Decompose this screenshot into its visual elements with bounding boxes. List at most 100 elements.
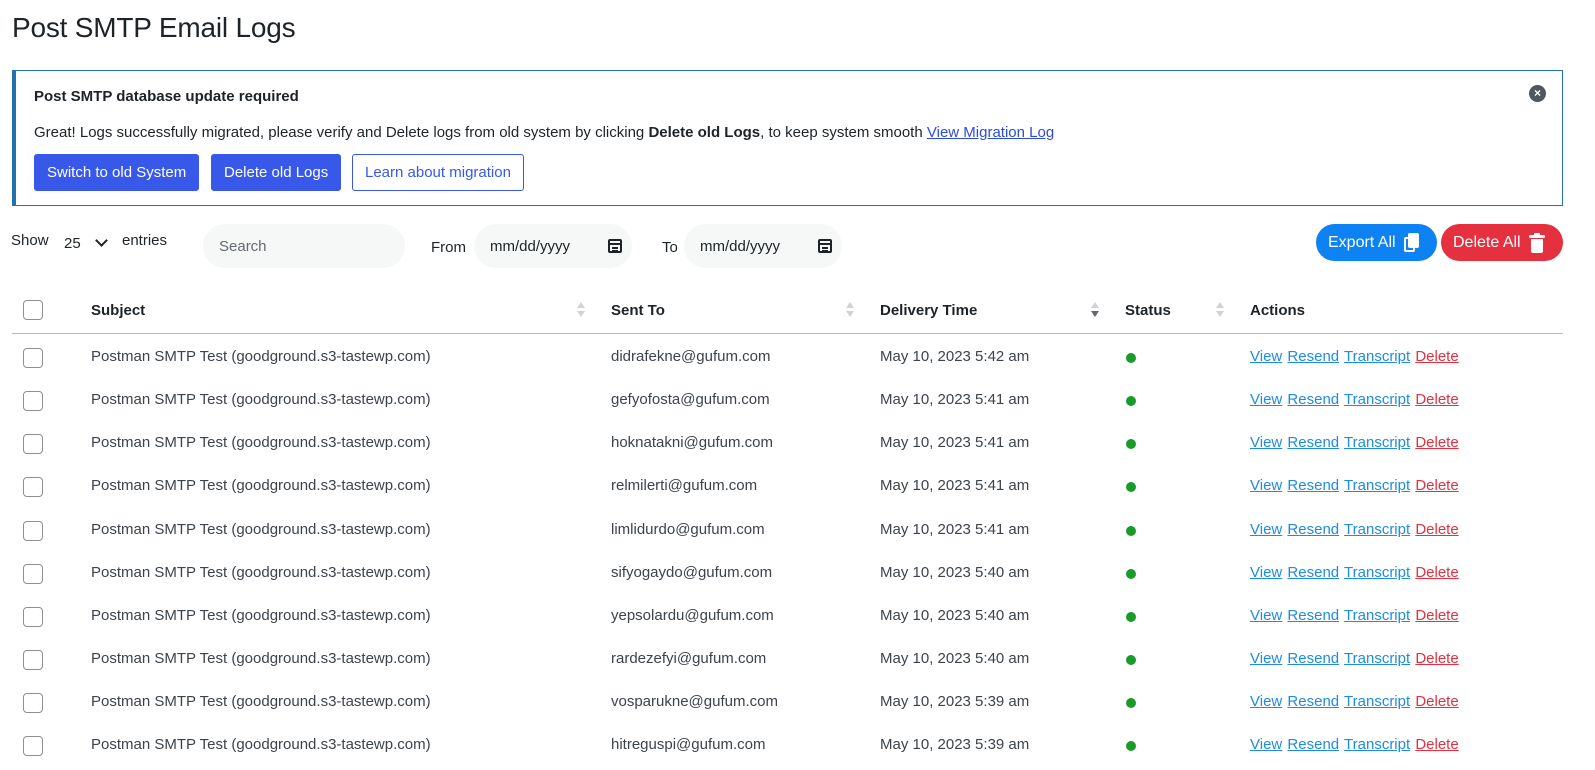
switch-to-old-system-button[interactable]: Switch to old System (34, 154, 200, 191)
resend-link[interactable]: Resend (1287, 693, 1339, 710)
delete-link[interactable]: Delete (1415, 391, 1458, 408)
resend-link[interactable]: Resend (1287, 348, 1339, 365)
select-all-checkbox[interactable] (23, 300, 43, 320)
row-checkbox[interactable] (23, 477, 43, 497)
status-success-icon (1126, 526, 1136, 536)
row-actions: View Resend Transcript Delete (1250, 607, 1460, 624)
row-actions: View Resend Transcript Delete (1250, 477, 1460, 494)
transcript-link[interactable]: Transcript (1344, 607, 1410, 624)
page-title: Post SMTP Email Logs (12, 12, 296, 43)
close-icon[interactable]: × (1529, 85, 1546, 102)
cell-subject: Postman SMTP Test (goodground.s3-tastewp… (91, 477, 431, 494)
cell-subject: Postman SMTP Test (goodground.s3-tastewp… (91, 434, 431, 451)
row-actions: View Resend Transcript Delete (1250, 736, 1460, 753)
row-checkbox[interactable] (23, 693, 43, 713)
column-header-status[interactable]: Status (1125, 302, 1171, 319)
transcript-link[interactable]: Transcript (1344, 434, 1410, 451)
to-date-input[interactable]: mm/dd/yyyy (684, 224, 842, 268)
status-success-icon (1126, 439, 1136, 449)
search-input[interactable]: Search (203, 224, 405, 268)
delete-link[interactable]: Delete (1415, 434, 1458, 451)
delete-link[interactable]: Delete (1415, 348, 1458, 365)
sort-icon[interactable] (1216, 302, 1224, 322)
transcript-link[interactable]: Transcript (1344, 564, 1410, 581)
entries-length-select[interactable]: 25 (58, 228, 116, 258)
table-row: Postman SMTP Test (goodground.s3-tastewp… (12, 421, 1563, 464)
show-label: Show (11, 232, 49, 249)
from-date-input[interactable]: mm/dd/yyyy (474, 224, 632, 268)
transcript-link[interactable]: Transcript (1344, 736, 1410, 753)
transcript-link[interactable]: Transcript (1344, 477, 1410, 494)
from-date-placeholder: mm/dd/yyyy (490, 237, 571, 255)
row-checkbox[interactable] (23, 521, 43, 541)
status-success-icon (1126, 655, 1136, 665)
resend-link[interactable]: Resend (1287, 650, 1339, 667)
row-checkbox[interactable] (23, 564, 43, 584)
table-header: Subject Sent To Delivery Time Status Act… (12, 290, 1563, 334)
cell-subject: Postman SMTP Test (goodground.s3-tastewp… (91, 348, 431, 365)
export-all-button[interactable]: Export All (1316, 224, 1437, 261)
cell-subject: Postman SMTP Test (goodground.s3-tastewp… (91, 736, 431, 753)
view-link[interactable]: View (1250, 650, 1282, 667)
table-row: Postman SMTP Test (goodground.s3-tastewp… (12, 637, 1563, 680)
cell-delivery-time: May 10, 2023 5:40 am (880, 564, 1030, 581)
cell-delivery-time: May 10, 2023 5:41 am (880, 477, 1030, 494)
view-link[interactable]: View (1250, 477, 1282, 494)
resend-link[interactable]: Resend (1287, 607, 1339, 624)
row-checkbox[interactable] (23, 650, 43, 670)
delete-link[interactable]: Delete (1415, 521, 1458, 538)
column-header-sent-to[interactable]: Sent To (611, 302, 665, 319)
table-row: Postman SMTP Test (goodground.s3-tastewp… (12, 594, 1563, 637)
transcript-link[interactable]: Transcript (1344, 348, 1410, 365)
status-success-icon (1126, 698, 1136, 708)
cell-sent-to: yepsolardu@gufum.com (611, 607, 774, 624)
resend-link[interactable]: Resend (1287, 564, 1339, 581)
view-link[interactable]: View (1250, 521, 1282, 538)
delete-link[interactable]: Delete (1415, 564, 1458, 581)
view-link[interactable]: View (1250, 607, 1282, 624)
export-all-label: Export All (1328, 233, 1396, 251)
column-header-delivery-time[interactable]: Delivery Time (880, 302, 977, 319)
resend-link[interactable]: Resend (1287, 434, 1339, 451)
view-link[interactable]: View (1250, 736, 1282, 753)
delete-old-logs-button[interactable]: Delete old Logs (211, 154, 342, 191)
transcript-link[interactable]: Transcript (1344, 391, 1410, 408)
learn-about-migration-button[interactable]: Learn about migration (352, 154, 524, 191)
sort-desc-icon[interactable] (1091, 302, 1099, 322)
resend-link[interactable]: Resend (1287, 477, 1339, 494)
row-checkbox[interactable] (23, 607, 43, 627)
calendar-icon[interactable] (608, 239, 622, 253)
sort-icon[interactable] (577, 302, 585, 322)
delete-link[interactable]: Delete (1415, 477, 1458, 494)
delete-link[interactable]: Delete (1415, 693, 1458, 710)
cell-sent-to: limlidurdo@gufum.com (611, 521, 765, 538)
transcript-link[interactable]: Transcript (1344, 693, 1410, 710)
resend-link[interactable]: Resend (1287, 736, 1339, 753)
calendar-icon[interactable] (818, 239, 832, 253)
transcript-link[interactable]: Transcript (1344, 521, 1410, 538)
migration-notice: Post SMTP database update required × Gre… (12, 70, 1563, 206)
row-checkbox[interactable] (23, 391, 43, 411)
view-link[interactable]: View (1250, 564, 1282, 581)
delete-link[interactable]: Delete (1415, 736, 1458, 753)
resend-link[interactable]: Resend (1287, 521, 1339, 538)
resend-link[interactable]: Resend (1287, 391, 1339, 408)
view-migration-log-link[interactable]: View Migration Log (927, 124, 1054, 141)
row-checkbox[interactable] (23, 348, 43, 368)
delete-all-button[interactable]: Delete All (1441, 224, 1563, 261)
view-link[interactable]: View (1250, 348, 1282, 365)
delete-link[interactable]: Delete (1415, 607, 1458, 624)
from-label: From (431, 239, 466, 256)
cell-sent-to: sifyogaydo@gufum.com (611, 564, 773, 581)
view-link[interactable]: View (1250, 391, 1282, 408)
view-link[interactable]: View (1250, 434, 1282, 451)
column-header-subject[interactable]: Subject (91, 302, 145, 319)
view-link[interactable]: View (1250, 693, 1282, 710)
row-checkbox[interactable] (23, 736, 43, 756)
cell-delivery-time: May 10, 2023 5:39 am (880, 693, 1030, 710)
delete-link[interactable]: Delete (1415, 650, 1458, 667)
transcript-link[interactable]: Transcript (1344, 650, 1410, 667)
sort-icon[interactable] (846, 302, 854, 322)
cell-delivery-time: May 10, 2023 5:40 am (880, 607, 1030, 624)
row-checkbox[interactable] (23, 434, 43, 454)
